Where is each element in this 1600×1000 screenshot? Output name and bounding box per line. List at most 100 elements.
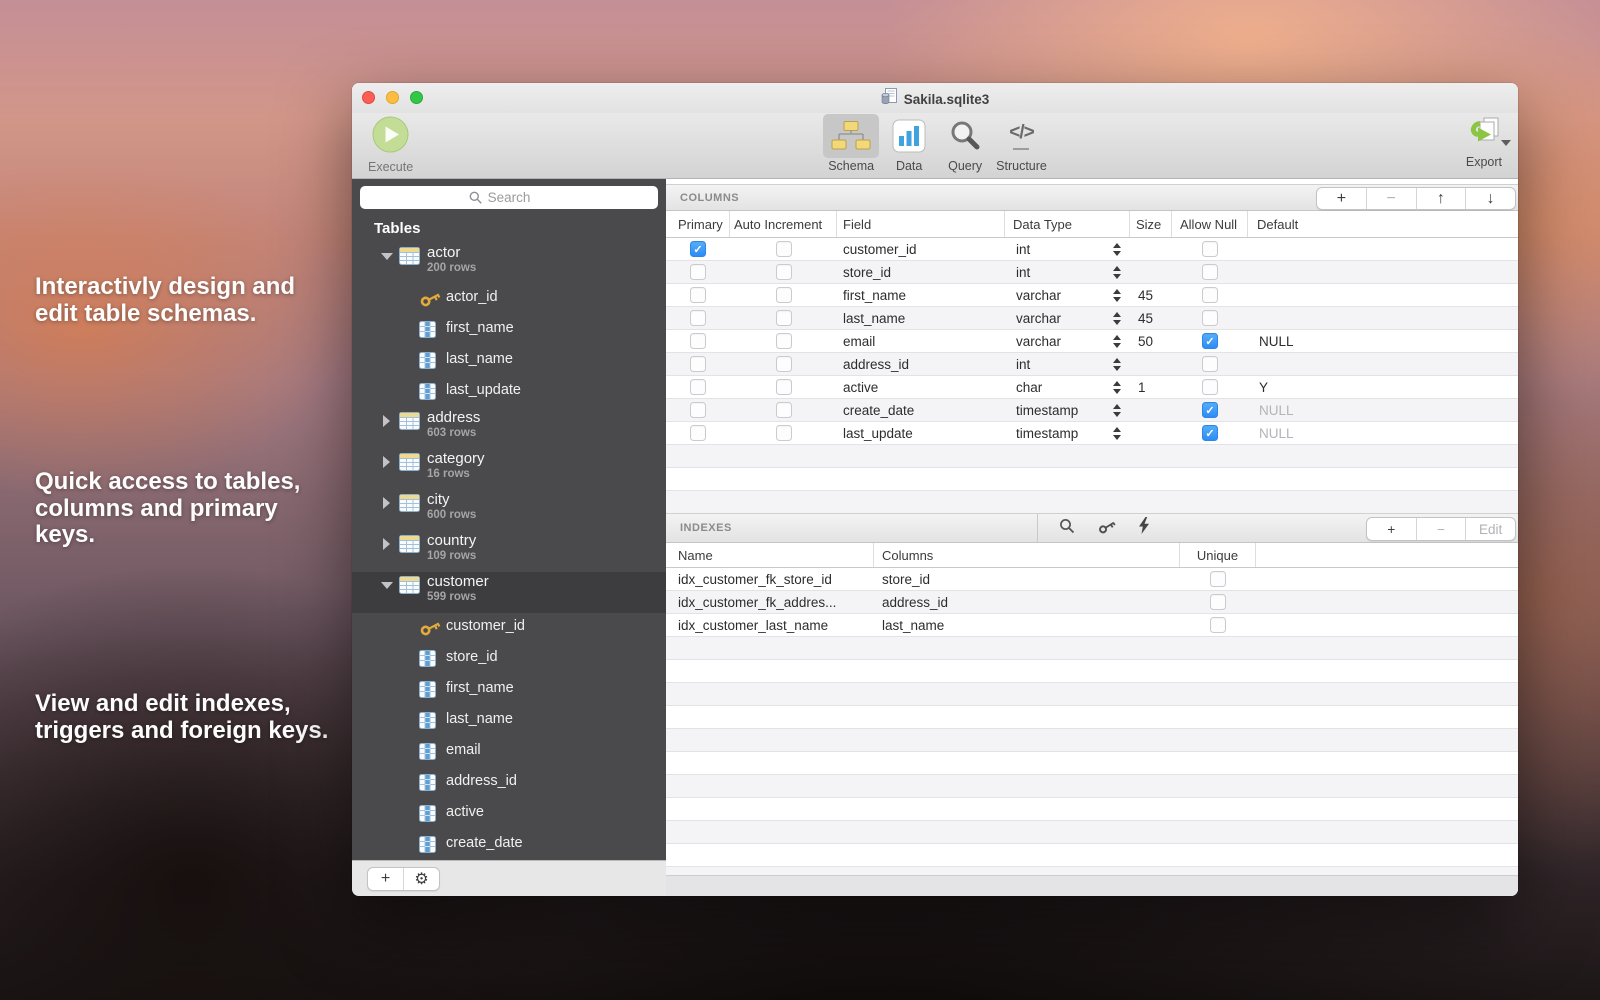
add-index-button[interactable]: +	[1367, 518, 1417, 540]
sidebar-column-store_id[interactable]: store_id	[352, 644, 666, 675]
actions-gear-button[interactable]: ⚙	[404, 868, 439, 890]
column-row-first_name[interactable]: first_namevarchar45	[666, 284, 1518, 307]
disclosure-collapsed-icon[interactable]	[383, 456, 390, 468]
data-type-stepper[interactable]	[1113, 404, 1121, 417]
add-table-button[interactable]: +	[368, 868, 404, 890]
disclosure-collapsed-icon[interactable]	[383, 538, 390, 550]
data-type-stepper[interactable]	[1113, 266, 1121, 279]
column-name: last_update	[446, 382, 521, 398]
auto-increment-checkbox[interactable]	[776, 356, 792, 372]
edit-index-button[interactable]: Edit	[1466, 518, 1515, 540]
remove-column-button[interactable]: −	[1367, 188, 1417, 209]
primary-checkbox[interactable]	[690, 241, 706, 257]
sidebar-table-country[interactable]: country109 rows	[352, 531, 666, 572]
primary-checkbox[interactable]	[690, 379, 706, 395]
primary-checkbox[interactable]	[690, 425, 706, 441]
sidebar-table-customer[interactable]: customer599 rows	[352, 572, 666, 613]
tab-data[interactable]: Data	[884, 114, 934, 173]
allow-null-checkbox[interactable]	[1202, 379, 1218, 395]
auto-increment-checkbox[interactable]	[776, 264, 792, 280]
primary-checkbox[interactable]	[690, 264, 706, 280]
data-type-stepper[interactable]	[1113, 289, 1121, 302]
unique-checkbox[interactable]	[1210, 617, 1226, 633]
primary-checkbox[interactable]	[690, 402, 706, 418]
title-bar[interactable]: Sakila.sqlite3	[352, 83, 1518, 113]
column-row-customer_id[interactable]: customer_idint	[666, 238, 1518, 261]
data-type-stepper[interactable]	[1113, 312, 1121, 325]
auto-increment-checkbox[interactable]	[776, 287, 792, 303]
data-type-stepper[interactable]	[1113, 358, 1121, 371]
sidebar-column-first_name[interactable]: first_name	[352, 315, 666, 346]
index-row-idx_customer_last_name[interactable]: idx_customer_last_namelast_name	[666, 614, 1518, 637]
tab-schema[interactable]: Schema	[823, 114, 879, 173]
auto-increment-checkbox[interactable]	[776, 333, 792, 349]
data-type-stepper[interactable]	[1113, 335, 1121, 348]
disclosure-expanded-icon[interactable]	[381, 253, 393, 260]
export-button[interactable]: Export	[1466, 115, 1502, 169]
sidebar-table-category[interactable]: category16 rows	[352, 449, 666, 490]
column-row-last_name[interactable]: last_namevarchar45	[666, 307, 1518, 330]
unique-checkbox[interactable]	[1210, 571, 1226, 587]
sidebar-column-last_name[interactable]: last_name	[352, 346, 666, 377]
column-row-store_id[interactable]: store_idint	[666, 261, 1518, 284]
sidebar: Tables actor200 rowsactor_idfirst_namela…	[352, 179, 666, 896]
data-type-stepper[interactable]	[1113, 381, 1121, 394]
tab-query[interactable]: Query	[939, 114, 991, 173]
unique-checkbox[interactable]	[1210, 594, 1226, 610]
index-row-idx_customer_fk_store_id[interactable]: idx_customer_fk_store_idstore_id	[666, 568, 1518, 591]
table-icon	[399, 247, 420, 270]
primary-checkbox[interactable]	[690, 333, 706, 349]
sidebar-column-customer_id[interactable]: customer_id	[352, 613, 666, 644]
sidebar-column-address_id[interactable]: address_id	[352, 768, 666, 799]
auto-increment-checkbox[interactable]	[776, 402, 792, 418]
allow-null-checkbox[interactable]	[1202, 425, 1218, 441]
index-row-idx_customer_fk_addres[interactable]: idx_customer_fk_addres...address_id	[666, 591, 1518, 614]
primary-checkbox[interactable]	[690, 310, 706, 326]
column-row-last_update[interactable]: last_updatetimestampNULL	[666, 422, 1518, 445]
data-type-stepper[interactable]	[1113, 427, 1121, 440]
allow-null-checkbox[interactable]	[1202, 241, 1218, 257]
allow-null-checkbox[interactable]	[1202, 264, 1218, 280]
data-type-stepper[interactable]	[1113, 243, 1121, 256]
disclosure-collapsed-icon[interactable]	[383, 497, 390, 509]
tab-structure[interactable]: </>Structure	[996, 114, 1047, 173]
column-row-active[interactable]: activechar1Y	[666, 376, 1518, 399]
columns-table-header: PrimaryAuto IncrementFieldData TypeSizeA…	[666, 211, 1518, 238]
trigger-bolt-icon[interactable]	[1138, 517, 1150, 539]
auto-increment-checkbox[interactable]	[776, 379, 792, 395]
auto-increment-checkbox[interactable]	[776, 425, 792, 441]
column-row-create_date[interactable]: create_datetimestampNULL	[666, 399, 1518, 422]
search-input[interactable]	[360, 186, 658, 209]
allow-null-checkbox[interactable]	[1202, 310, 1218, 326]
sidebar-column-active[interactable]: active	[352, 799, 666, 830]
allow-null-checkbox[interactable]	[1202, 333, 1218, 349]
sidebar-column-actor_id[interactable]: actor_id	[352, 284, 666, 315]
allow-null-checkbox[interactable]	[1202, 356, 1218, 372]
move-column-up-button[interactable]: ↑	[1417, 188, 1467, 209]
allow-null-checkbox[interactable]	[1202, 402, 1218, 418]
primary-checkbox[interactable]	[690, 287, 706, 303]
auto-increment-checkbox[interactable]	[776, 310, 792, 326]
cell-data-type: varchar	[1005, 330, 1130, 352]
allow-null-checkbox[interactable]	[1202, 287, 1218, 303]
sidebar-table-city[interactable]: city600 rows	[352, 490, 666, 531]
sidebar-column-create_date[interactable]: create_date	[352, 830, 666, 860]
primary-checkbox[interactable]	[690, 356, 706, 372]
sidebar-column-first_name[interactable]: first_name	[352, 675, 666, 706]
sidebar-column-email[interactable]: email	[352, 737, 666, 768]
move-column-down-button[interactable]: ↓	[1466, 188, 1515, 209]
disclosure-expanded-icon[interactable]	[381, 582, 393, 589]
disclosure-collapsed-icon[interactable]	[383, 415, 390, 427]
remove-index-button[interactable]: −	[1417, 518, 1467, 540]
column-row-email[interactable]: emailvarchar50NULL	[666, 330, 1518, 353]
add-column-button[interactable]: +	[1317, 188, 1367, 209]
table-labels: address603 rows	[427, 409, 480, 439]
sidebar-table-address[interactable]: address603 rows	[352, 408, 666, 449]
auto-increment-checkbox[interactable]	[776, 241, 792, 257]
sidebar-column-last_name[interactable]: last_name	[352, 706, 666, 737]
sidebar-table-actor[interactable]: actor200 rows	[352, 243, 666, 284]
foreign-key-icon[interactable]	[1097, 519, 1116, 538]
sidebar-column-last_update[interactable]: last_update	[352, 377, 666, 408]
column-row-address_id[interactable]: address_idint	[666, 353, 1518, 376]
search-icon[interactable]	[1059, 518, 1075, 539]
